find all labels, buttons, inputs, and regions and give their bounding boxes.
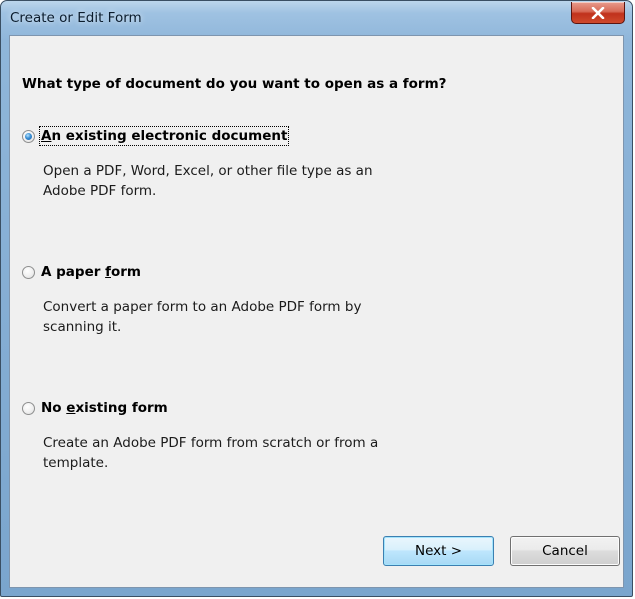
dialog-window: Create or Edit Form What type of documen… xyxy=(0,0,633,597)
radio-existing-electronic-document[interactable] xyxy=(22,129,35,143)
option-no-existing-form[interactable]: No existing form Create an Adobe PDF for… xyxy=(22,400,378,473)
question-heading: What type of document do you want to ope… xyxy=(22,76,447,92)
close-icon xyxy=(591,6,605,19)
window-title: Create or Edit Form xyxy=(10,10,142,26)
radio-paper-form[interactable] xyxy=(22,265,35,279)
next-button[interactable]: Next > xyxy=(383,536,494,566)
option-description: Convert a paper form to an Adobe PDF for… xyxy=(43,299,362,335)
title-bar[interactable]: Create or Edit Form xyxy=(1,1,632,35)
option-label[interactable]: A paper form xyxy=(41,264,141,280)
option-description: Create an Adobe PDF form from scratch or… xyxy=(43,435,379,471)
option-description: Open a PDF, Word, Excel, or other file t… xyxy=(43,163,373,199)
option-label[interactable]: No existing form xyxy=(41,400,168,416)
radio-no-existing-form[interactable] xyxy=(22,401,35,415)
close-button[interactable] xyxy=(571,2,625,24)
option-paper-form[interactable]: A paper form Convert a paper form to an … xyxy=(22,264,361,337)
option-label[interactable]: An existing electronic document xyxy=(38,126,290,146)
option-existing-electronic-document[interactable]: An existing electronic document Open a P… xyxy=(22,126,373,201)
dialog-content: What type of document do you want to ope… xyxy=(9,35,624,588)
cancel-button[interactable]: Cancel xyxy=(510,536,620,566)
